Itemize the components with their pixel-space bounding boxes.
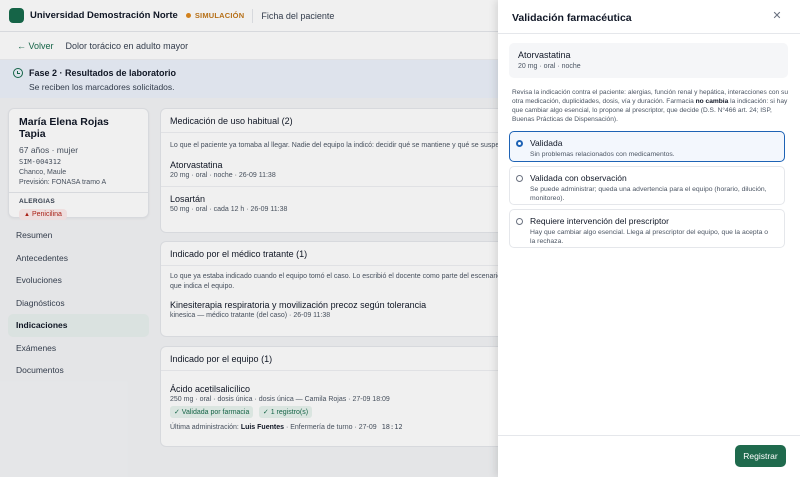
medication-meta: 20 mg · oral · noche: [518, 63, 581, 70]
medication-name: Atorvastatina: [518, 50, 571, 60]
register-button[interactable]: Registrar: [735, 445, 786, 467]
instructions-emphasis: no cambia: [695, 98, 729, 105]
radio-icon[interactable]: [516, 218, 523, 225]
pharmacy-validation-drawer: Validación farmacéutica ✕ Atorvastatina …: [498, 0, 800, 477]
option-title: Validada con observación: [530, 173, 627, 183]
close-icon[interactable]: ✕: [772, 11, 782, 22]
option-description: Se puede administrar; queda una adverten…: [530, 186, 767, 202]
option-title: Validada: [530, 138, 563, 148]
modal-backdrop[interactable]: [0, 0, 498, 477]
option-description: Hay que cambiar algo esencial. Llega al …: [530, 229, 769, 245]
radio-selected-icon[interactable]: [516, 140, 523, 147]
option-title: Requiere intervención del prescriptor: [530, 216, 669, 226]
radio-icon[interactable]: [516, 175, 523, 182]
drawer-footer-divider: [498, 435, 800, 436]
drawer-title: Validación farmacéutica: [512, 12, 632, 24]
option-requiere-intervencion[interactable]: Requiere intervención del prescriptor Ha…: [509, 209, 785, 248]
option-validada-con-observacion[interactable]: Validada con observación Se puede admini…: [509, 166, 785, 205]
option-description: Sin problemas relacionados con medicamen…: [530, 151, 675, 158]
medication-summary: Atorvastatina 20 mg · oral · noche: [509, 43, 788, 78]
validation-instructions: Revisa la indicación contra el paciente:…: [512, 88, 788, 124]
drawer-header-divider: [498, 33, 800, 34]
option-validada[interactable]: Validada Sin problemas relacionados con …: [509, 131, 785, 162]
